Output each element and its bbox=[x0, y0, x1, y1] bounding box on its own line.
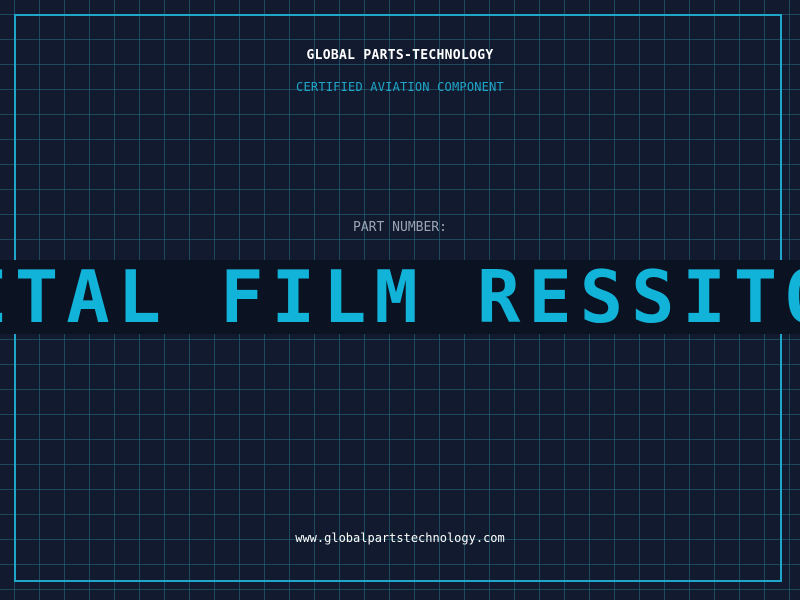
certification-tagline: CERTIFIED AVIATION COMPONENT bbox=[296, 80, 504, 94]
part-name: METAL FILM RESSITOR bbox=[0, 260, 800, 334]
part-name-band: METAL FILM RESSITOR bbox=[0, 260, 800, 334]
part-number-label: PART NUMBER: bbox=[353, 220, 447, 235]
company-name: GLOBAL PARTS-TECHNOLOGY bbox=[306, 48, 494, 63]
website-link[interactable]: www.globalpartstechnology.com bbox=[0, 531, 800, 545]
certificate-canvas: GLOBAL PARTS-TECHNOLOGY CERTIFIED AVIATI… bbox=[0, 0, 800, 600]
